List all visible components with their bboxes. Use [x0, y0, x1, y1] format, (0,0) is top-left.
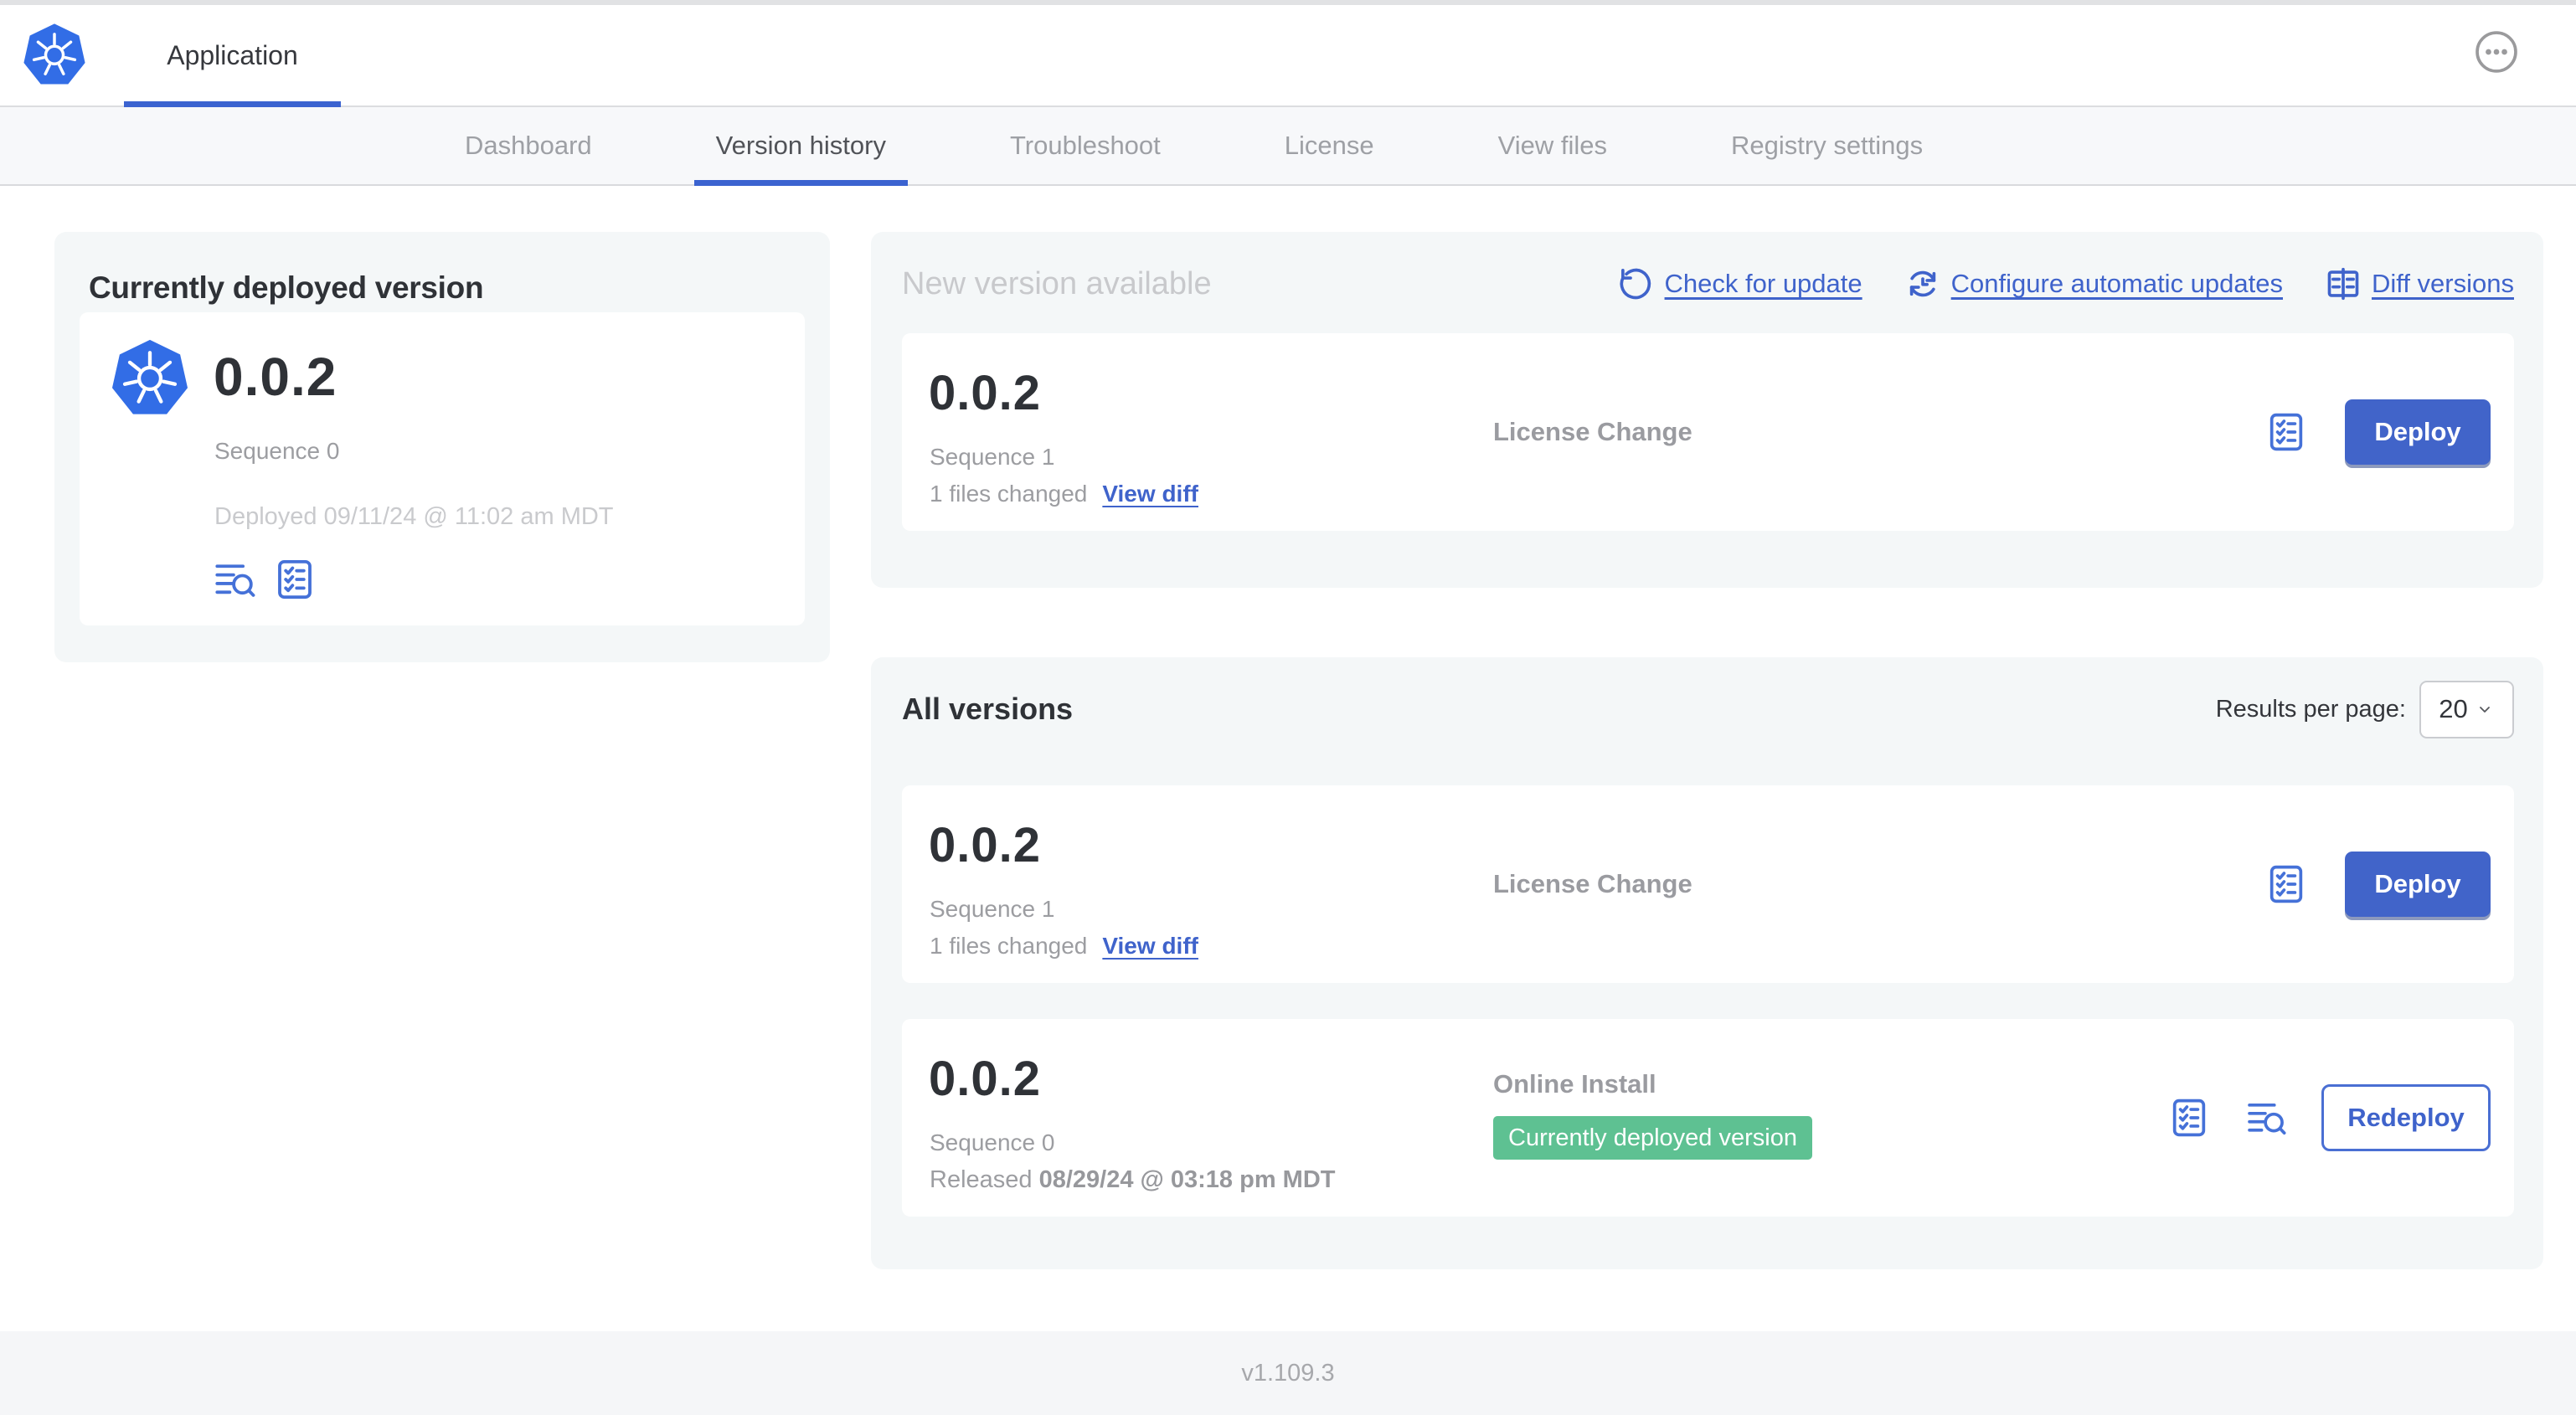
preflight-checks-icon[interactable]	[2264, 410, 2308, 454]
header: Application	[0, 5, 2576, 107]
released-label: Released	[930, 1166, 1039, 1193]
console-version-label: v1.109.3	[1241, 1359, 1335, 1387]
install-source-label: Online Install	[1493, 1069, 1656, 1099]
deploy-button[interactable]: Deploy	[2345, 852, 2491, 917]
version-sequence: Sequence 0	[930, 1129, 1055, 1155]
ellipsis-menu-button[interactable]	[2475, 30, 2518, 74]
currently-deployed-title: Currently deployed version	[89, 270, 484, 305]
release-notes-label: License Change	[1493, 869, 1692, 898]
version-sequence: Sequence 1	[930, 444, 1055, 470]
diff-icon	[2327, 267, 2359, 301]
preflight-checks-icon[interactable]	[272, 557, 317, 602]
tab-registry-settings[interactable]: Registry settings	[1731, 107, 1923, 184]
deployed-sequence: Sequence 0	[214, 438, 340, 464]
app-nav: Dashboard Version history Troubleshoot L…	[0, 107, 2576, 186]
deploy-logs-icon[interactable]	[212, 557, 257, 602]
currently-deployed-panel: Currently deployed version 0.0.2 Sequenc…	[54, 232, 830, 662]
all-versions-panel: All versions Results per page: 20 0.0.2 …	[871, 657, 2543, 1269]
new-version-row: 0.0.2 Sequence 1 1 files changed View di…	[902, 333, 2514, 531]
tab-license[interactable]: License	[1285, 107, 1374, 184]
all-versions-title: All versions	[902, 692, 1074, 726]
preflight-checks-icon[interactable]	[2167, 1096, 2211, 1140]
deployed-timestamp: Deployed 09/11/24 @ 11:02 am MDT	[214, 503, 614, 530]
tab-troubleshoot[interactable]: Troubleshoot	[1010, 107, 1161, 184]
refresh-icon	[1620, 268, 1651, 300]
version-number: 0.0.2	[929, 1052, 1041, 1106]
new-version-title: New version available	[902, 265, 1212, 301]
footer: v1.109.3	[0, 1331, 2576, 1415]
deploy-logs-icon[interactable]	[2244, 1096, 2288, 1140]
preflight-checks-icon[interactable]	[2264, 862, 2308, 906]
tab-version-history[interactable]: Version history	[693, 107, 909, 186]
app-title-tab[interactable]: Application	[124, 5, 341, 105]
release-notes-label: License Change	[1493, 417, 1692, 446]
results-per-page-label: Results per page:	[2215, 695, 2406, 723]
view-diff-link[interactable]: View diff	[1102, 481, 1198, 507]
auto-update-clock-icon	[1909, 270, 1935, 297]
main-content: Currently deployed version 0.0.2 Sequenc…	[0, 186, 2576, 1331]
diff-versions-link[interactable]: Diff versions	[2325, 265, 2514, 302]
tab-dashboard[interactable]: Dashboard	[465, 107, 592, 184]
version-sequence: Sequence 1	[930, 896, 1055, 922]
version-number: 0.0.2	[929, 366, 1041, 420]
app-window: Application Dashboard Version history Tr…	[0, 0, 2576, 1415]
version-number: 0.0.2	[929, 818, 1041, 872]
app-tab-active-underline	[124, 101, 341, 107]
deployed-version-number: 0.0.2	[214, 347, 337, 407]
files-changed-label: 1 files changed	[930, 933, 1088, 959]
kubernetes-logo-icon	[23, 23, 85, 85]
files-changed-label: 1 files changed	[930, 481, 1088, 507]
version-row: 0.0.2 Sequence 1 1 files changed View di…	[902, 785, 2514, 983]
new-version-panel: New version available Check for update C…	[871, 232, 2543, 588]
released-timestamp: 08/29/24 @ 03:18 pm MDT	[1038, 1166, 1336, 1193]
tab-view-files[interactable]: View files	[1498, 107, 1607, 184]
deploy-button[interactable]: Deploy	[2345, 399, 2491, 465]
view-diff-link[interactable]: View diff	[1102, 933, 1198, 960]
version-row: 0.0.2 Sequence 0 Released 08/29/24 @ 03:…	[902, 1019, 2514, 1217]
chevron-down-icon	[2479, 707, 2490, 713]
results-per-page-select[interactable]: 20	[2419, 680, 2514, 738]
currently-deployed-badge: Currently deployed version	[1493, 1116, 1812, 1160]
redeploy-button[interactable]: Redeploy	[2321, 1084, 2491, 1151]
currently-deployed-card: 0.0.2 Sequence 0 Deployed 09/11/24 @ 11:…	[80, 312, 805, 625]
configure-automatic-updates-link[interactable]: Configure automatic updates	[1904, 265, 2283, 302]
check-for-update-link[interactable]: Check for update	[1618, 265, 1862, 302]
kubernetes-app-icon	[111, 339, 188, 414]
